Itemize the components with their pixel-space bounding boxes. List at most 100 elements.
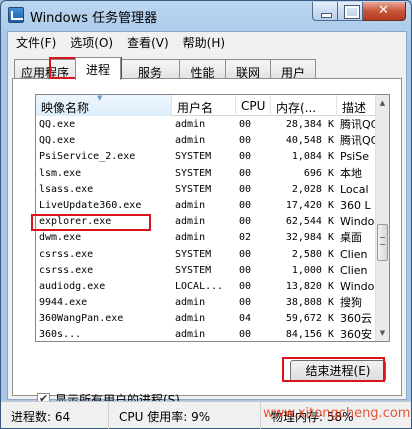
cell-memory: 28,384 K xyxy=(285,119,334,130)
tab-applications[interactable]: 应用程序 xyxy=(14,59,76,80)
cell-description: Local xyxy=(340,182,369,196)
cell-description: 360安 xyxy=(340,328,372,342)
watermark: www.xitongcheng.com xyxy=(263,406,411,421)
cell-image-name: audiodg.exe xyxy=(39,280,106,292)
menu-options[interactable]: 选项(O) xyxy=(62,32,119,51)
task-manager-window: Windows 任务管理器 文件(F) 选项(O) 查看(V) 帮助(H) 应用… xyxy=(0,0,412,429)
cell-memory: 84,156 K xyxy=(285,329,334,341)
table-row[interactable]: 360s... admin 00 84,156 K 360安 xyxy=(36,327,377,342)
cell-description: 腾讯QQ xyxy=(340,134,377,148)
cell-memory: 1,000 K xyxy=(291,264,334,276)
cell-memory: 40,548 K xyxy=(285,135,334,147)
cell-memory: 38,808 K xyxy=(285,297,334,309)
maximize-icon[interactable] xyxy=(338,2,363,21)
column-description[interactable]: 描述 xyxy=(337,95,377,116)
cell-cpu: 00 xyxy=(239,135,252,147)
cell-memory: 1,084 K xyxy=(291,151,334,163)
client-area: 文件(F) 选项(O) 查看(V) 帮助(H) 应用程序 进程 服务 性能 联网… xyxy=(7,31,407,407)
process-rows: QQ.exe admin 00 28,384 K 腾讯QQ QQ.exe admin 00 40… xyxy=(36,117,377,342)
end-process-button[interactable]: 结束进程(E) xyxy=(290,360,386,382)
scroll-thumb[interactable] xyxy=(377,224,388,261)
cell-image-name: QQ.exe xyxy=(39,135,76,147)
tab-users[interactable]: 用户 xyxy=(270,59,316,80)
tab-services[interactable]: 服务 xyxy=(120,59,180,80)
cell-memory: 17,420 K xyxy=(285,199,334,211)
column-headers: ▼ 映像名称 用户名 CPU 内存(... 描述 xyxy=(36,95,377,116)
cell-user-name: admin xyxy=(175,216,206,228)
column-cpu[interactable]: CPU xyxy=(236,95,271,116)
scroll-down-icon[interactable]: ▼ xyxy=(376,325,389,341)
cell-description: 搜狗 xyxy=(340,296,362,310)
column-user-name[interactable]: 用户名 xyxy=(172,95,236,116)
minimize-icon[interactable] xyxy=(312,2,338,21)
cell-image-name: dwm.exe xyxy=(39,232,82,244)
cell-user-name: admin xyxy=(175,313,206,325)
cell-memory: 2,580 K xyxy=(291,248,334,260)
table-row[interactable]: PsiService_2.exe SYSTEM 00 1,084 K PsiSe xyxy=(36,149,377,165)
cell-cpu: 00 xyxy=(239,199,252,211)
cell-cpu: 00 xyxy=(239,183,252,195)
cell-memory: 2,028 K xyxy=(291,183,334,195)
table-row[interactable]: lsass.exe SYSTEM 00 2,028 K Local xyxy=(36,182,377,198)
cell-description: PsiSe xyxy=(340,150,369,164)
status-cpu-usage: CPU 使用率: 9% xyxy=(109,402,261,429)
cell-image-name: csrss.exe xyxy=(39,264,94,276)
close-icon[interactable] xyxy=(363,2,406,21)
vertical-scrollbar[interactable]: ▲ ▼ xyxy=(375,95,389,341)
cell-image-name: csrss.exe xyxy=(39,248,94,260)
window-title: Windows 任务管理器 xyxy=(30,11,158,26)
tab-processes[interactable]: 进程 xyxy=(75,57,121,80)
table-row[interactable]: csrss.exe SYSTEM 00 2,580 K Clien xyxy=(36,247,377,263)
menu-help[interactable]: 帮助(H) xyxy=(175,32,231,51)
cell-user-name: admin xyxy=(175,297,206,309)
cell-cpu: 00 xyxy=(239,264,252,276)
status-bar: 进程数: 64 CPU 使用率: 9% 物理内存: 58% www.xitong… xyxy=(1,401,411,429)
cell-memory: 32,984 K xyxy=(285,232,334,244)
cell-description: Clien xyxy=(340,247,368,261)
cell-cpu: 00 xyxy=(239,119,252,130)
cell-user-name: SYSTEM xyxy=(175,151,212,163)
menu-file[interactable]: 文件(F) xyxy=(8,32,62,51)
column-image-name[interactable]: ▼ 映像名称 xyxy=(36,95,172,116)
table-row[interactable]: lsm.exe SYSTEM 00 696 K 本地 xyxy=(36,166,377,182)
cell-image-name: LiveUpdate360.exe xyxy=(39,199,142,211)
column-memory[interactable]: 内存(... xyxy=(271,95,337,116)
menu-bar: 文件(F) 选项(O) 查看(V) 帮助(H) xyxy=(8,32,406,51)
cell-image-name: 360s... xyxy=(39,329,82,341)
table-row[interactable]: dwm.exe admin 02 32,984 K 桌面 xyxy=(36,230,377,246)
table-row[interactable]: csrss.exe SYSTEM 00 1,000 K Clien xyxy=(36,263,377,279)
cell-user-name: admin xyxy=(175,199,206,211)
menu-view[interactable]: 查看(V) xyxy=(119,32,175,51)
cell-description: 360 L xyxy=(340,198,371,212)
cell-image-name: lsm.exe xyxy=(39,167,82,179)
cell-cpu: 00 xyxy=(239,297,252,309)
cell-cpu: 00 xyxy=(239,248,252,260)
table-row[interactable]: LiveUpdate360.exe admin 00 17,420 K 360 L xyxy=(36,198,377,214)
cell-image-name: PsiService_2.exe xyxy=(39,151,136,163)
tab-networking[interactable]: 联网 xyxy=(225,59,271,80)
table-row[interactable]: 9944.exe admin 00 38,808 K 搜狗 xyxy=(36,295,377,311)
cell-image-name: lsass.exe xyxy=(39,183,94,195)
cell-cpu: 00 xyxy=(239,216,252,228)
tab-performance[interactable]: 性能 xyxy=(179,59,226,80)
table-row[interactable]: QQ.exe admin 00 40,548 K 腾讯QQ xyxy=(36,133,377,149)
table-row[interactable]: audiodg.exe LOCAL... 00 13,820 K Windo xyxy=(36,279,377,295)
table-row[interactable]: explorer.exe admin 00 62,544 K Windo xyxy=(36,214,377,230)
table-row[interactable]: 360WangPan.exe admin 04 59,672 K 360云 xyxy=(36,311,377,327)
cell-memory: 59,672 K xyxy=(285,313,334,325)
cell-description: 本地 xyxy=(340,166,362,180)
cell-cpu: 00 xyxy=(239,151,252,163)
process-list[interactable]: ▼ 映像名称 用户名 CPU 内存(... 描述 QQ.exe admin 00 28… xyxy=(35,94,390,342)
table-row[interactable]: QQ.exe admin 00 28,384 K 腾讯QQ xyxy=(36,117,377,133)
cell-description: Windo xyxy=(340,279,375,293)
cell-image-name: QQ.exe xyxy=(39,119,76,130)
cell-description: 桌面 xyxy=(340,231,362,245)
window-controls xyxy=(312,2,406,21)
cell-description: Clien xyxy=(340,263,368,277)
cell-image-name: explorer.exe xyxy=(39,216,112,228)
cell-user-name: SYSTEM xyxy=(175,264,212,276)
cell-user-name: admin xyxy=(175,232,206,244)
scroll-up-icon[interactable]: ▲ xyxy=(376,95,389,111)
cell-user-name: admin xyxy=(175,329,206,341)
title-bar[interactable]: Windows 任务管理器 xyxy=(1,1,411,29)
